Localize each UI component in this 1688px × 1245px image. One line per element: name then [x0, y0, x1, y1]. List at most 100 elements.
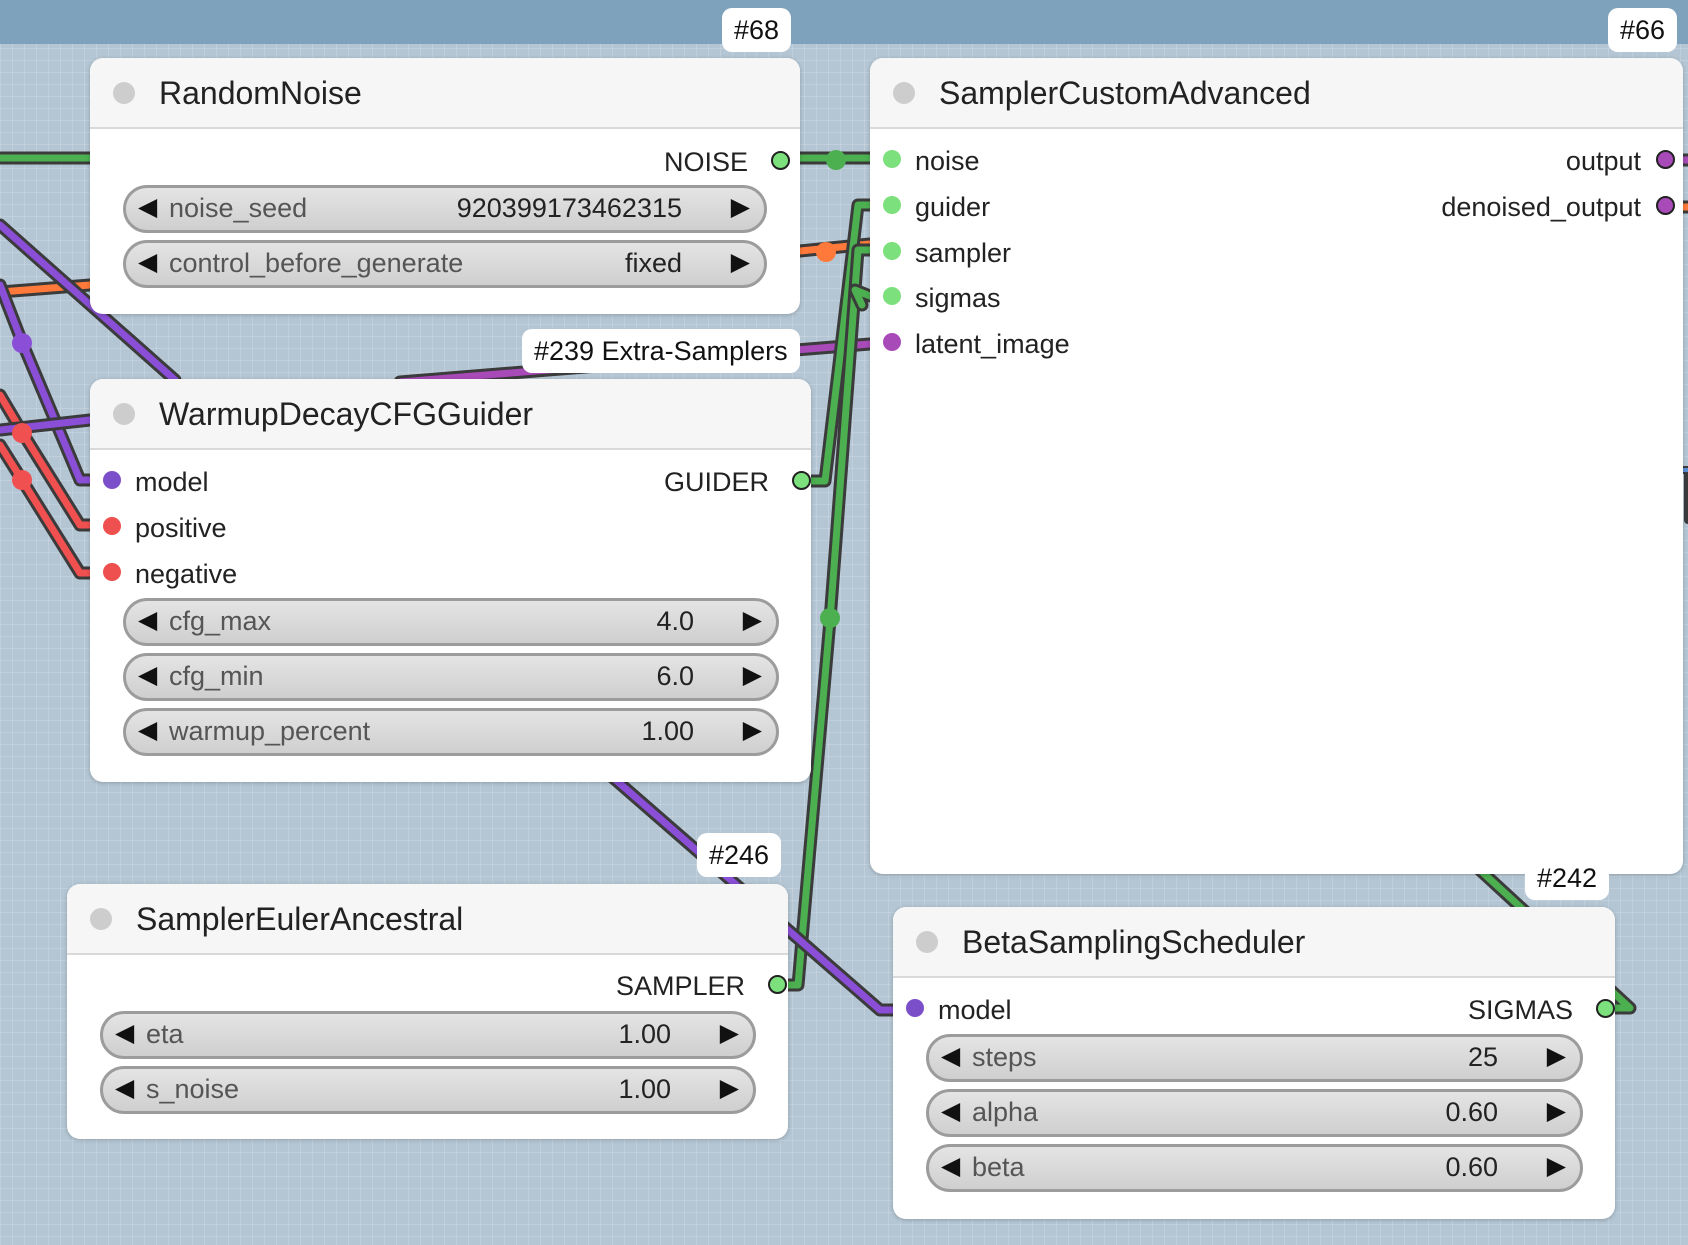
- widget-value: 1.00: [618, 1019, 671, 1049]
- collapse-dot-icon[interactable]: [893, 82, 915, 104]
- collapse-dot-icon[interactable]: [916, 931, 938, 953]
- node-title: WarmupDecayCFGGuider: [159, 396, 534, 432]
- increment-arrow-icon[interactable]: ▶: [743, 715, 762, 745]
- output-slot-guider[interactable]: [792, 471, 811, 490]
- widget-noise-seed[interactable]: ◀ noise_seed 920399173462315 ▶: [123, 185, 767, 233]
- increment-arrow-icon[interactable]: ▶: [720, 1018, 739, 1048]
- output-slot-sigmas[interactable]: [1596, 999, 1615, 1018]
- widget-eta[interactable]: ◀ eta 1.00 ▶: [100, 1011, 756, 1059]
- decrement-arrow-icon[interactable]: ◀: [941, 1151, 960, 1181]
- widget-value: 25: [1467, 1042, 1498, 1072]
- decrement-arrow-icon[interactable]: ◀: [138, 660, 157, 690]
- widget-beta[interactable]: ◀ beta 0.60 ▶: [926, 1144, 1583, 1192]
- node-id-badge-246: #246: [697, 833, 782, 877]
- widget-name: s_noise: [146, 1074, 240, 1104]
- increment-arrow-icon[interactable]: ▶: [1547, 1151, 1566, 1181]
- input-label-sampler: sampler: [915, 238, 1012, 268]
- widget-value: 0.60: [1445, 1152, 1498, 1182]
- increment-arrow-icon[interactable]: ▶: [743, 660, 762, 690]
- widget-name: cfg_max: [169, 606, 272, 636]
- input-slot-latent-image[interactable]: [883, 333, 901, 351]
- collapse-dot-icon[interactable]: [113, 82, 135, 104]
- widget-value: 1.00: [618, 1074, 671, 1104]
- decrement-arrow-icon[interactable]: ◀: [115, 1073, 134, 1103]
- output-label-guider: GUIDER: [663, 467, 769, 497]
- output-label-noise: NOISE: [663, 147, 748, 177]
- widget-name: warmup_percent: [169, 716, 371, 746]
- node-header[interactable]: RandomNoise: [90, 58, 800, 129]
- node-header[interactable]: SamplerEulerAncestral: [67, 884, 788, 955]
- node-title: SamplerEulerAncestral: [136, 901, 464, 937]
- widget-name: control_before_generate: [169, 248, 464, 278]
- widget-value: 0.60: [1445, 1097, 1498, 1127]
- widget-s-noise[interactable]: ◀ s_noise 1.00 ▶: [100, 1066, 756, 1114]
- decrement-arrow-icon[interactable]: ◀: [138, 715, 157, 745]
- widget-value: fixed: [624, 248, 682, 278]
- widget-cfg-min[interactable]: ◀ cfg_min 6.0 ▶: [123, 653, 779, 701]
- collapse-dot-icon[interactable]: [90, 908, 112, 930]
- output-label-denoised-output: denoised_output: [1441, 192, 1641, 222]
- widget-value: 4.0: [656, 606, 694, 636]
- input-label-latent-image: latent_image: [915, 329, 1070, 359]
- input-label-negative: negative: [135, 559, 238, 589]
- input-slot-sigmas[interactable]: [883, 287, 901, 305]
- input-slot-model[interactable]: [103, 471, 121, 489]
- input-slot-model[interactable]: [906, 999, 924, 1017]
- decrement-arrow-icon[interactable]: ◀: [941, 1041, 960, 1071]
- decrement-arrow-icon[interactable]: ◀: [115, 1018, 134, 1048]
- input-slot-sampler[interactable]: [883, 242, 901, 260]
- node-id-badge-242: #242: [1525, 856, 1610, 900]
- widget-control-before-generate[interactable]: ◀ control_before_generate fixed ▶: [123, 240, 767, 288]
- widget-alpha[interactable]: ◀ alpha 0.60 ▶: [926, 1089, 1583, 1137]
- widget-warmup-percent[interactable]: ◀ warmup_percent 1.00 ▶: [123, 708, 779, 756]
- node-id-badge-66: #66: [1608, 8, 1678, 52]
- widget-value: 1.00: [641, 716, 694, 746]
- increment-arrow-icon[interactable]: ▶: [731, 192, 750, 222]
- input-label-model: model: [938, 995, 1012, 1025]
- node-id-badge-239: #239 Extra-Samplers: [522, 329, 800, 373]
- input-label-model: model: [135, 467, 209, 497]
- decrement-arrow-icon[interactable]: ◀: [138, 605, 157, 635]
- input-label-noise: noise: [915, 146, 980, 176]
- output-label-sampler: SAMPLER: [615, 971, 745, 1001]
- node-random-noise[interactable]: RandomNoise NOISE ◀ noise_seed 920399173…: [90, 58, 800, 314]
- increment-arrow-icon[interactable]: ▶: [720, 1073, 739, 1103]
- node-title: SamplerCustomAdvanced: [939, 75, 1311, 111]
- increment-arrow-icon[interactable]: ▶: [1547, 1096, 1566, 1126]
- widget-steps[interactable]: ◀ steps 25 ▶: [926, 1034, 1583, 1082]
- widget-name: eta: [146, 1019, 184, 1049]
- node-id-badge-68: #68: [722, 8, 792, 52]
- decrement-arrow-icon[interactable]: ◀: [941, 1096, 960, 1126]
- input-slot-positive[interactable]: [103, 517, 121, 535]
- widget-name: steps: [972, 1042, 1037, 1072]
- widget-name: cfg_min: [169, 661, 264, 691]
- output-slot-noise[interactable]: [771, 151, 790, 170]
- node-title: RandomNoise: [159, 75, 362, 111]
- input-slot-guider[interactable]: [883, 196, 901, 214]
- increment-arrow-icon[interactable]: ▶: [1547, 1041, 1566, 1071]
- widget-cfg-max[interactable]: ◀ cfg_max 4.0 ▶: [123, 598, 779, 646]
- node-warmup-decay-cfg-guider[interactable]: WarmupDecayCFGGuider model positive nega…: [90, 379, 811, 782]
- node-sampler-custom-advanced[interactable]: SamplerCustomAdvanced noise guider sampl…: [870, 58, 1683, 874]
- increment-arrow-icon[interactable]: ▶: [731, 247, 750, 277]
- node-header[interactable]: BetaSamplingScheduler: [893, 907, 1615, 978]
- input-label-guider: guider: [915, 192, 991, 222]
- input-slot-negative[interactable]: [103, 563, 121, 581]
- node-header[interactable]: WarmupDecayCFGGuider: [90, 379, 811, 450]
- output-slot-output[interactable]: [1656, 150, 1675, 169]
- widget-name: noise_seed: [169, 193, 308, 223]
- input-slot-noise[interactable]: [883, 150, 901, 168]
- widget-value: 920399173462315: [456, 193, 682, 223]
- decrement-arrow-icon[interactable]: ◀: [138, 192, 157, 222]
- output-slot-sampler[interactable]: [768, 975, 787, 994]
- output-label-sigmas: SIGMAS: [1467, 995, 1573, 1025]
- collapse-dot-icon[interactable]: [113, 403, 135, 425]
- output-label-output: output: [1565, 146, 1641, 176]
- node-sampler-euler-ancestral[interactable]: SamplerEulerAncestral SAMPLER ◀ eta 1.00…: [67, 884, 788, 1139]
- node-header[interactable]: SamplerCustomAdvanced: [870, 58, 1683, 129]
- increment-arrow-icon[interactable]: ▶: [743, 605, 762, 635]
- node-title: BetaSamplingScheduler: [962, 924, 1306, 960]
- decrement-arrow-icon[interactable]: ◀: [138, 247, 157, 277]
- node-beta-sampling-scheduler[interactable]: BetaSamplingScheduler model SIGMAS ◀ ste…: [893, 907, 1615, 1219]
- output-slot-denoised-output[interactable]: [1656, 196, 1675, 215]
